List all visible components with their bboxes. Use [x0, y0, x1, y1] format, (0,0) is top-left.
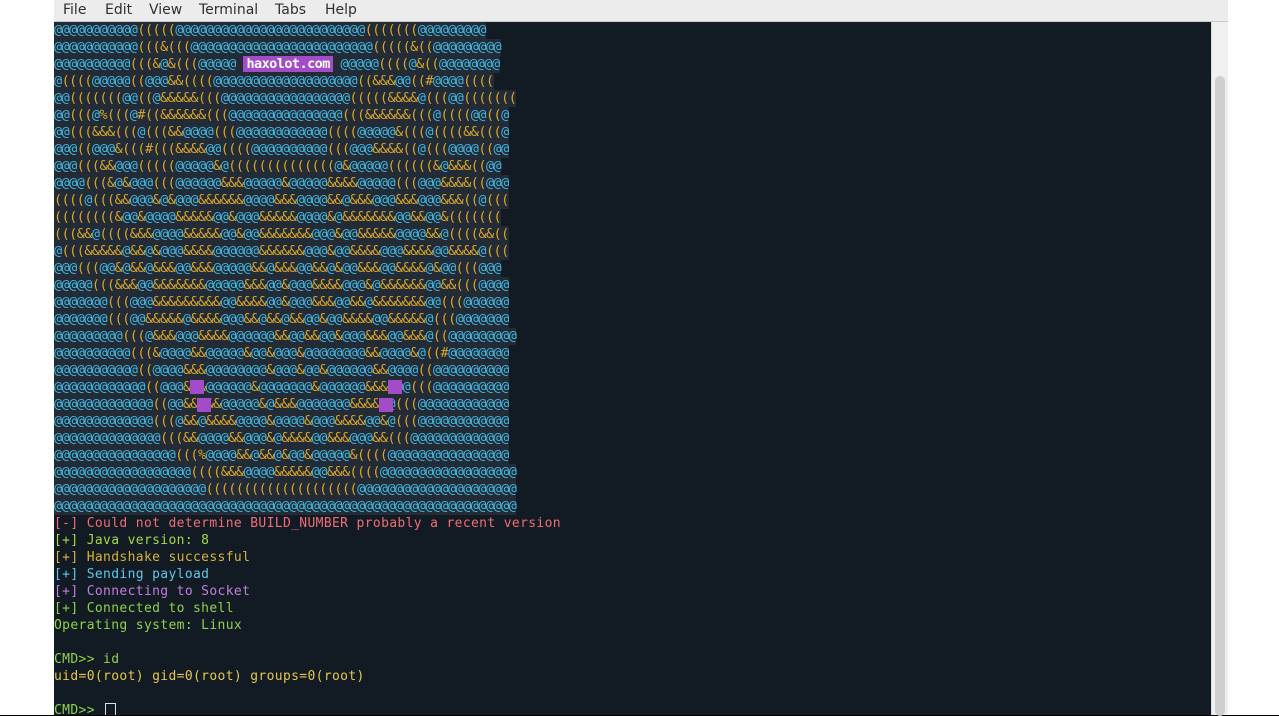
terminal-output-line: [+] Handshake successful [54, 550, 251, 565]
banner-art-row: @@@@@@@@@@@(((&(((@@@@@@@@@@@@@@@@@@@@@@… [54, 39, 502, 56]
terminal-output-line: [-] Could not determine BUILD_NUMBER pro… [54, 516, 561, 531]
banner-art-row: @@@((@@@&(((#(((&&&&@@((((@@@@@@@@@@(((@… [54, 141, 509, 158]
terminal-output[interactable]: @@@@@@@@@@@(((((@@@@@@@@@@@@@@@@@@@@@@@@… [54, 22, 1211, 715]
banner-art-row: @@(((@%(((@#((&&&&&&(((@@@@@@@@@@@@@@@((… [54, 107, 509, 124]
banner-art-row: @@(((((((@@((@&&&&&(((@@@@@@@@@@@@@@@@@(… [54, 90, 517, 107]
terminal-output-line: [+] Connected to shell [54, 601, 234, 616]
terminal-output-line: uid=0(root) gid=0(root) groups=0(root) [54, 669, 365, 684]
banner-art-row: @@@@@@@@@@@@@@@@@@@@((((((((((((((((((((… [54, 481, 517, 498]
terminal-output-line: CMD>> [54, 702, 117, 715]
cursor [105, 702, 117, 715]
banner-eye-block [388, 380, 402, 394]
menu-file[interactable]: File [63, 2, 86, 18]
menu-tabs[interactable]: Tabs [275, 2, 306, 18]
terminal-output-line: Operating system: Linux [54, 618, 243, 633]
banner-art-row: @@@@@@@@@@@@@(((@&&@&&&&@@@@&@@@@&@@@&&&… [54, 413, 509, 430]
menubar: File Edit View Terminal Tabs Help [54, 0, 1228, 22]
scrollbar[interactable] [1211, 22, 1228, 716]
banner-art-row: @@@@@@@(((@@@&&&&&&&&&@@&&&&@@&@@@&&&@@&… [54, 294, 509, 311]
banner-art-row: ((((((((&@@&@@@@&&&&&@@&@@@&&&&&@@@@&@&&… [54, 209, 502, 226]
right-margin [1228, 0, 1279, 715]
banner-art-row: @@@(((&&@@@(((((@@@@@&@((((((((((((((@&@… [54, 158, 502, 175]
banner-art-row: @@@@@@@@@@@@@@@@@@@@@@@@@@@@@@@@@@@@@@@@… [54, 498, 517, 515]
banner-eye-block [197, 398, 211, 412]
banner-art-row: @@(((&&&(((@(((&&@@@@(((@@@@@@@@@@@@((((… [54, 124, 509, 141]
terminal-output-line: CMD>> id [54, 652, 120, 667]
banner-art-row: @@@@@@@@@@@@@@@@@@((((&&&@@@@&&&&&@@&&&(… [54, 464, 517, 481]
banner-art-row: @((((@@@@@((@@@&&((((@@@@@@@@@@@@@@@@@@@… [54, 73, 494, 90]
banner-art-row: @@@@@@@@@@@((@@@@&&&@@@@@@@@&@@@&@@&@@@@… [54, 362, 509, 379]
menu-view[interactable]: View [149, 2, 182, 18]
banner-art-row: @@@@@@@@@@@@@((@@&&&&&@@@@@&@&&&@@@@@@@&… [54, 396, 509, 413]
banner-art-row: (((&&@((((&&&@@@@&&&&&@@&@@&&&&&&&@@@&@@… [54, 226, 509, 243]
banner-site-label: haxolot.com [243, 56, 333, 72]
banner-art-row: @@@@@@@@@@@@@@(((&&@@@@&&@@@&@&&&&@@&&&@… [54, 430, 509, 447]
menu-edit[interactable]: Edit [105, 2, 132, 18]
terminal-output-line: [+] Java version: 8 [54, 533, 210, 548]
terminal-output-line: [+] Connecting to Socket [54, 584, 251, 599]
terminal-output-line: [+] Sending payload [54, 567, 210, 582]
banner-eye-block [190, 380, 204, 394]
banner-art-row: @@@@@@@@@@(((&@&(((@@@@@ haxolot.com @@@… [54, 56, 500, 73]
banner-art-row: @@@@@@@@@@@@((@@@&&&@@@@@@&@@@@@@@&@@@@@… [54, 379, 509, 396]
menu-help[interactable]: Help [325, 2, 357, 18]
left-margin [0, 0, 54, 715]
terminal-window: File Edit View Terminal Tabs Help @@@@@@… [54, 0, 1228, 716]
banner-art-row: @@@@@@@(((@@&&&&&@&&&&@@@&&@&&@&&@@&@@&&… [54, 311, 509, 328]
banner-art-row: @@@@@@@@@@(((&@@@@&&@@@@@&@@&@@@&@@@@@@@… [54, 345, 509, 362]
banner-art-row: @@@@@(((&&&@@&&&&&&&@@@@@&&&@@&@@@&&&&@@… [54, 277, 509, 294]
banner-art-row: @@@@@@@@@(((@&&&@@@&&&&@@@@@@&&@@&&@@&@@… [54, 328, 517, 345]
banner-art-row: @@@@@@@@@@@@@@@@(((%@@@@&&@&&@&@@&@@@@@&… [54, 447, 509, 464]
banner-art-row: @@@@@@@@@@@(((((@@@@@@@@@@@@@@@@@@@@@@@@… [54, 22, 486, 39]
banner-art-row: @@@(((@@&@&&@&&&@@&&&@@@@@&&@&&&@@&&@&@@… [54, 260, 502, 277]
scrollbar-thumb[interactable] [1215, 76, 1225, 716]
banner-art-row: ((((@(((&&@@@&@&@@@&&&&&&@@@@&&&@@@@&&@&… [54, 192, 509, 209]
banner-art-row: @@@@(((&@&@@@(((@@@@@@&&&@@@@@&@@@@@&&&&… [54, 175, 509, 192]
banner-art-row: @(((&&&&&@&&@&@@@&&&&@@@@@@&&&&&&@@@&@@&… [54, 243, 509, 260]
menu-terminal[interactable]: Terminal [199, 2, 258, 18]
banner-eye-block [379, 398, 393, 412]
